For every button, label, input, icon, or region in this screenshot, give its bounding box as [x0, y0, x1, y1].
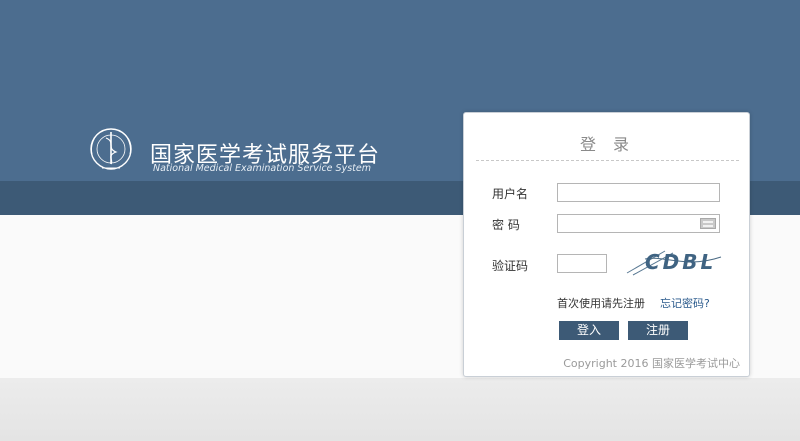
login-button[interactable]: 登入	[559, 321, 619, 340]
virtual-keyboard-icon[interactable]	[700, 218, 716, 229]
login-panel: 登 录 用户名 密 码 验证码 CDBL 首次使用请先注册 忘记密码? 登入 注…	[463, 112, 750, 377]
first-use-hint: 首次使用请先注册	[557, 297, 645, 310]
username-input[interactable]	[557, 183, 720, 202]
title-divider	[476, 160, 739, 161]
captcha-label: 验证码	[492, 259, 529, 273]
login-title: 登 录	[579, 135, 636, 154]
password-input[interactable]	[557, 214, 720, 233]
captcha-image[interactable]: CDBL	[625, 247, 725, 277]
username-label: 用户名	[492, 187, 529, 201]
copyright-text: Copyright 2016 国家医学考试中心	[563, 357, 740, 370]
register-button[interactable]: 注册	[628, 321, 688, 340]
captcha-input[interactable]	[557, 254, 607, 273]
medical-caduceus-icon	[86, 124, 136, 174]
brand-title-en: National Medical Examination Service Sys…	[153, 163, 371, 174]
captcha-text: CDBL	[645, 250, 716, 274]
password-label: 密 码	[492, 218, 520, 232]
footer-band	[0, 378, 800, 441]
forgot-password-link[interactable]: 忘记密码?	[660, 295, 710, 311]
